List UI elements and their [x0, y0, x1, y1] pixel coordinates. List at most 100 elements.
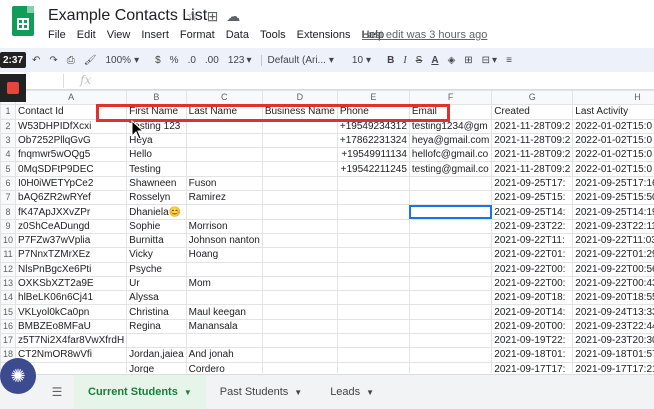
cell[interactable]: 2021-09-22T00:43:31-04:00 [572, 275, 654, 292]
cell[interactable]: Fuson [185, 175, 263, 192]
column-header-g[interactable]: G [491, 90, 574, 106]
cell[interactable]: Alyssa [126, 290, 187, 306]
cell[interactable] [336, 218, 410, 234]
caret-down-icon[interactable]: ▼ [294, 388, 302, 397]
cell[interactable]: BMBZEo8MFaU [15, 318, 128, 335]
cell[interactable]: fK47ApJXXvZPr [15, 204, 128, 220]
sheet-tab[interactable]: Past Students ▼ [206, 375, 316, 409]
cell[interactable] [261, 161, 338, 177]
increase-decimal-button[interactable]: .00 [205, 55, 219, 66]
cell[interactable]: P7NnxTZMrXEz [15, 247, 128, 263]
cell[interactable]: 0MqSDFtP9DEC [15, 161, 128, 177]
cell[interactable]: 2021-09-23T22:44:58-04:00 [572, 318, 654, 335]
cell[interactable] [336, 247, 410, 263]
borders-icon[interactable]: ⊞ [464, 55, 472, 66]
cell[interactable]: heya@gmail.com [408, 132, 493, 149]
cell[interactable]: 2021-09-18T01: [491, 347, 574, 363]
cell[interactable]: 2021-11-28T09:2 [491, 132, 574, 149]
all-sheets-icon[interactable]: ☰ [40, 385, 74, 399]
star-icon[interactable]: ☆ [186, 8, 199, 25]
cell[interactable]: Vicky [126, 247, 187, 263]
cell[interactable]: 2021-09-22T00:56:36-04:00 [572, 261, 654, 277]
fill-color-icon[interactable]: ◈ [448, 55, 456, 66]
caret-down-icon[interactable]: ▼ [184, 388, 192, 397]
cell[interactable]: 2021-09-20T18: [491, 290, 574, 306]
cell[interactable] [261, 304, 338, 320]
row-header[interactable]: 12 [0, 261, 17, 277]
currency-button[interactable]: $ [155, 55, 161, 66]
cell[interactable]: 2021-09-20T00: [491, 318, 574, 335]
strikethrough-button[interactable]: S [416, 55, 423, 66]
cell[interactable]: z5T7Ni2X4far8VwXfrdH [15, 333, 128, 349]
spreadsheet-grid[interactable]: ABCDEFGHI 1Contact IdFirst NameLast Name… [0, 90, 654, 373]
cell[interactable] [336, 333, 410, 349]
cell[interactable] [185, 147, 263, 163]
cell[interactable] [126, 333, 187, 349]
cell[interactable]: fnqmwr5wOQg5 [15, 147, 128, 163]
row-header[interactable]: 1 [0, 104, 17, 120]
cell[interactable] [261, 190, 338, 206]
row-header[interactable]: 14 [0, 290, 17, 306]
cell[interactable]: Ramirez [185, 190, 263, 206]
cell[interactable]: 2021-09-22T00: [491, 261, 574, 277]
document-title[interactable]: Example Contacts List [48, 7, 207, 25]
cell[interactable]: Mom [185, 275, 263, 292]
cell[interactable]: 2021-09-17T17:21:33-04:00 [572, 361, 654, 373]
cell[interactable] [408, 175, 493, 192]
move-folder-icon[interactable]: ⊞ [207, 8, 219, 25]
sheets-logo-icon[interactable] [12, 6, 34, 36]
cell[interactable] [336, 175, 410, 192]
zoom-select[interactable]: 100% [105, 55, 131, 66]
cell[interactable] [261, 318, 338, 335]
cell[interactable] [408, 218, 493, 234]
cell[interactable]: Manansala [185, 318, 263, 335]
cell[interactable]: Last Activity [572, 104, 654, 120]
cell[interactable]: 2021-09-22T11:03:57-04:00 [572, 232, 654, 249]
cell[interactable]: Last Name [185, 104, 263, 120]
cell[interactable]: Business Name [261, 104, 338, 120]
cell[interactable]: 2021-09-25T17:16:22-04:00 [572, 175, 654, 192]
cell[interactable]: And jonah [185, 347, 263, 363]
cell[interactable]: Ur [126, 275, 187, 292]
cell[interactable]: +17862231324 [336, 132, 410, 149]
cell[interactable]: Johnson nanton [185, 232, 263, 249]
cell[interactable]: OXKSbXZT2a9E [15, 275, 128, 292]
cell[interactable] [261, 175, 338, 192]
column-header-h[interactable]: H [572, 90, 654, 106]
cell[interactable]: Shawneen [126, 175, 187, 192]
menu-item-view[interactable]: View [107, 29, 131, 41]
row-header[interactable]: 4 [0, 147, 17, 163]
cell[interactable]: 2021-09-19T22: [491, 333, 574, 349]
cell[interactable] [185, 261, 263, 277]
cell[interactable]: 2021-09-22T00: [491, 275, 574, 292]
cell[interactable] [261, 232, 338, 249]
cell[interactable]: 2022-01-02T15:0 [572, 132, 654, 149]
cell[interactable]: 2022-01-02T15:0 [572, 161, 654, 177]
cell[interactable] [261, 147, 338, 163]
cell[interactable] [408, 333, 493, 349]
cell[interactable] [261, 261, 338, 277]
cell[interactable]: Rosselyn [126, 190, 187, 206]
cell[interactable]: P7FZw37wVplia [15, 232, 128, 249]
cell[interactable] [261, 247, 338, 263]
cell[interactable]: I0H0iWETYpCe2 [15, 175, 128, 192]
print-icon[interactable]: ⎙ [67, 55, 75, 66]
menu-item-format[interactable]: Format [180, 29, 215, 41]
cell[interactable]: 2021-09-22T01:29:56-04:00 [572, 247, 654, 263]
cell[interactable]: 2021-09-23T22: [491, 218, 574, 234]
cell[interactable]: Hello [126, 147, 187, 163]
undo-icon[interactable]: ↶ [32, 55, 40, 66]
cell[interactable] [408, 304, 493, 320]
cell[interactable] [336, 275, 410, 292]
menu-item-file[interactable]: File [48, 29, 66, 41]
cell[interactable]: 2021-09-23T20:30:56-04:00 [572, 333, 654, 349]
cell[interactable] [261, 132, 338, 149]
assistant-icon[interactable]: ✺ [0, 358, 36, 394]
horizontal-align-icon[interactable]: ≡ [506, 55, 512, 66]
more-formats-button[interactable]: 123 [228, 55, 245, 66]
cell[interactable] [261, 275, 338, 292]
cell[interactable] [408, 204, 493, 220]
cell[interactable] [185, 118, 263, 134]
cell[interactable]: Jordan,jaiea [126, 347, 187, 363]
cell[interactable] [185, 290, 263, 306]
